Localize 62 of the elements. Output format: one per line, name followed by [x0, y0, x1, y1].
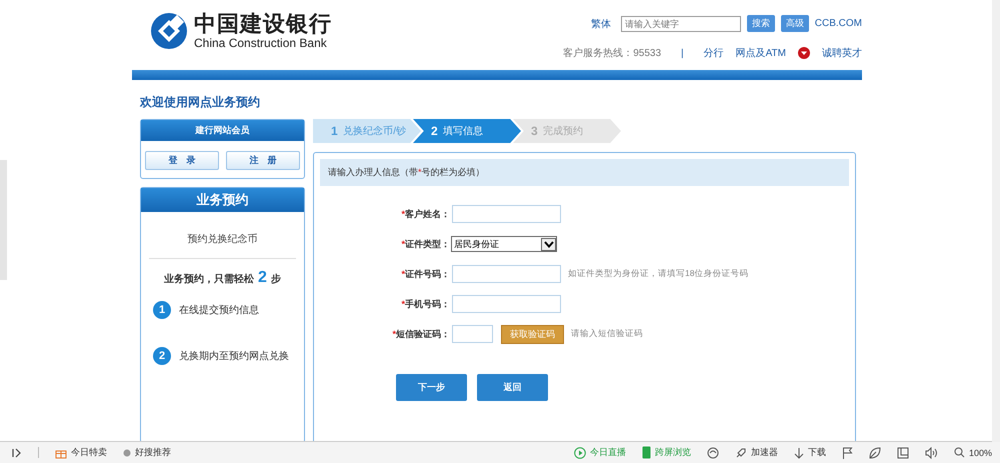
site-link[interactable]: CCB.COM: [814, 18, 862, 29]
service-subtitle: 预约兑换纪念币: [149, 212, 296, 259]
step-text: 在线提交预约信息: [179, 304, 259, 317]
phone-icon: [642, 446, 651, 460]
field-label: *短信验证码：: [391, 328, 450, 340]
logo-english-name: China Construction Bank: [194, 37, 328, 49]
field-label: *手机号码：: [400, 298, 450, 310]
status-item[interactable]: 跨屏浏览: [642, 446, 691, 460]
dot-icon: [123, 448, 131, 457]
status-item[interactable]: 加速器: [734, 446, 778, 460]
status-item[interactable]: 好搜推荐: [123, 446, 171, 460]
progress-step: 1 兑换纪念币/钞: [313, 119, 421, 143]
advanced-search-button[interactable]: 高级: [780, 15, 809, 32]
scrollbar[interactable]: [992, 0, 1000, 442]
logo-chinese-name: 中国建设银行: [194, 13, 332, 35]
chevron-down-icon: [544, 240, 554, 248]
nav-link[interactable]: 诚聘英才: [822, 46, 862, 60]
field-hint: 如证件类型为身份证，请填写18位身份证号码: [568, 268, 748, 280]
service-hotline: 客户服务热线：95533: [563, 46, 662, 60]
progress-step: 2 填写信息: [413, 119, 521, 143]
step-text: 兑换期内至预约网点兑换: [179, 350, 289, 363]
step-number-badge: 1: [153, 301, 171, 319]
sidebar-toggle-handle[interactable]: [0, 160, 7, 280]
sidebar-toggle-icon[interactable]: [12, 448, 22, 458]
dropdown-icon: [798, 47, 810, 59]
bank-logo-icon: [150, 12, 188, 50]
nav-separator: |: [681, 48, 684, 58]
field-label: *客户姓名：: [400, 208, 450, 220]
step-number-badge: 2: [153, 347, 171, 365]
back-button[interactable]: 返回: [477, 374, 548, 401]
nav-link[interactable]: 分行: [704, 46, 724, 60]
panel-title: 建行网站会员: [141, 120, 304, 141]
login-button[interactable]: 登 录: [145, 151, 219, 170]
text-field[interactable]: [452, 295, 561, 313]
form-heading: 请输入办理人信息（带*号的栏为必填）: [320, 159, 849, 186]
search-button[interactable]: 搜索: [746, 15, 775, 32]
play-icon: [574, 446, 586, 459]
text-field[interactable]: [452, 265, 561, 283]
nav-link[interactable]: 网点及ATM: [736, 46, 810, 60]
next-button[interactable]: 下一步: [396, 374, 467, 401]
verification-code-field[interactable]: [452, 325, 493, 343]
status-item[interactable]: 今日直播: [574, 446, 626, 460]
traditional-chinese-link[interactable]: 繁体: [590, 16, 611, 30]
register-button[interactable]: 注 册: [226, 151, 300, 170]
steps-intro: 业务预约，只需轻松: [164, 272, 254, 286]
status-item[interactable]: 今日特卖: [55, 446, 107, 460]
status-item[interactable]: 下载: [794, 446, 826, 460]
search-icon: [954, 447, 965, 458]
download-icon: [794, 446, 804, 459]
field-hint: 请输入短信验证码: [571, 328, 643, 340]
document-type-dropdown[interactable]: 居民身份证: [451, 236, 557, 252]
steps-unit: 步: [270, 272, 281, 286]
field-label: *证件类型：: [400, 238, 450, 250]
steps-count: 2: [258, 269, 267, 287]
field-label: *证件号码：: [400, 268, 450, 280]
status-item[interactable]: 100%: [954, 447, 992, 458]
text-field[interactable]: [452, 205, 561, 223]
panel-title: 业务预约: [141, 188, 304, 212]
progress-step: 3 完成预约: [513, 119, 621, 143]
rocket-icon: [734, 446, 747, 459]
page-title: 欢迎使用网点业务预约: [140, 94, 261, 111]
search-field[interactable]: 请输入关键字: [620, 16, 741, 32]
